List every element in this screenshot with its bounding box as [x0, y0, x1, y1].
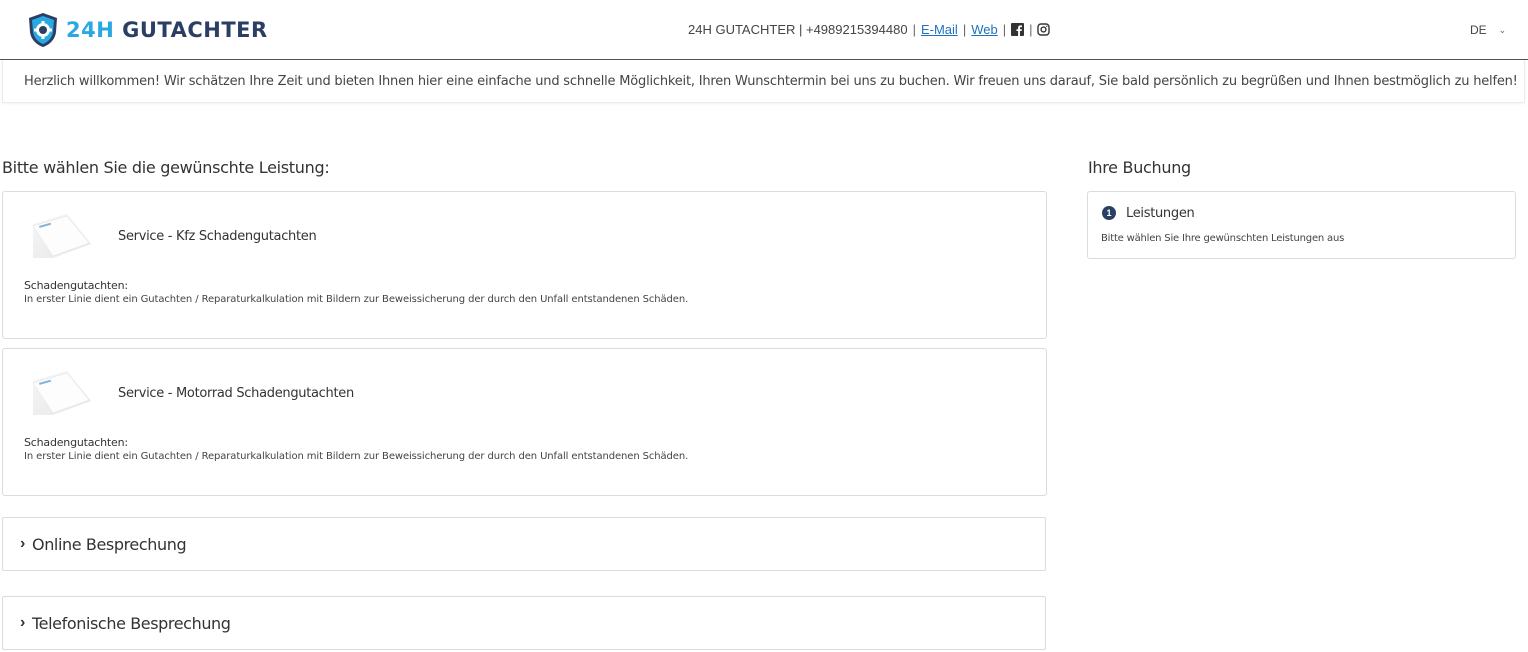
site-header: 24H GUTACHTER 24H GUTACHTER | +498921539…: [0, 0, 1528, 60]
service-card-kfz[interactable]: Service - Kfz Schadengutachten Schadengu…: [2, 191, 1047, 339]
language-label: DE: [1470, 23, 1487, 37]
email-link[interactable]: E-Mail: [921, 22, 958, 37]
logo[interactable]: 24H GUTACHTER: [26, 12, 268, 48]
category-label: Telefonische Besprechung: [32, 613, 231, 633]
category-telefonische-besprechung[interactable]: › Telefonische Besprechung: [2, 596, 1046, 650]
separator: |: [1002, 22, 1007, 37]
service-description: In erster Linie dient ein Gutachten / Re…: [24, 451, 689, 462]
chevron-right-icon: ›: [20, 614, 26, 631]
web-link[interactable]: Web: [971, 22, 998, 37]
category-label: Online Besprechung: [32, 534, 187, 554]
welcome-text: Herzlich willkommen! Wir schätzen Ihre Z…: [24, 73, 1518, 89]
separator: |: [912, 22, 916, 37]
category-online-besprechung[interactable]: › Online Besprechung: [2, 517, 1046, 571]
welcome-banner: Herzlich willkommen! Wir schätzen Ihre Z…: [2, 60, 1525, 103]
service-thumbnail-image: [32, 214, 91, 258]
logo-text-gutachter: GUTACHTER: [114, 18, 268, 42]
service-description-heading: Schadengutachten:: [24, 279, 128, 292]
service-description: In erster Linie dient ein Gutachten / Re…: [24, 294, 689, 305]
service-description-heading: Schadengutachten:: [24, 436, 128, 449]
facebook-icon[interactable]: [1011, 23, 1025, 36]
service-thumbnail-image: [32, 371, 91, 415]
chevron-right-icon: ›: [20, 535, 26, 552]
contact-bar: 24H GUTACHTER | +4989215394480 | E-Mail …: [688, 22, 1051, 37]
step-label: Leistungen: [1126, 206, 1195, 221]
step-hint: Bitte wählen Sie Ihre gewünschten Leistu…: [1101, 233, 1345, 244]
separator: |: [1029, 22, 1033, 37]
service-title: Service - Motorrad Schadengutachten: [118, 386, 354, 401]
step-number-badge: 1: [1102, 206, 1116, 220]
instagram-icon[interactable]: [1037, 23, 1051, 36]
booking-summary-panel: 1 Leistungen Bitte wählen Sie Ihre gewün…: [1087, 191, 1516, 259]
separator: |: [962, 22, 967, 37]
contact-info: 24H GUTACHTER | +4989215394480: [688, 22, 908, 37]
service-title: Service - Kfz Schadengutachten: [118, 229, 317, 244]
booking-heading: Ihre Buchung: [1088, 158, 1191, 177]
service-card-motorrad[interactable]: Service - Motorrad Schadengutachten Scha…: [2, 348, 1047, 496]
services-heading: Bitte wählen Sie die gewünschte Leistung…: [2, 158, 330, 177]
logo-text: 24H GUTACHTER: [66, 18, 268, 42]
logo-text-24h: 24H: [66, 18, 115, 42]
shield-logo-icon: [29, 13, 57, 47]
language-selector[interactable]: DE ⌄: [1470, 23, 1506, 37]
chevron-down-icon: ⌄: [1498, 24, 1507, 35]
